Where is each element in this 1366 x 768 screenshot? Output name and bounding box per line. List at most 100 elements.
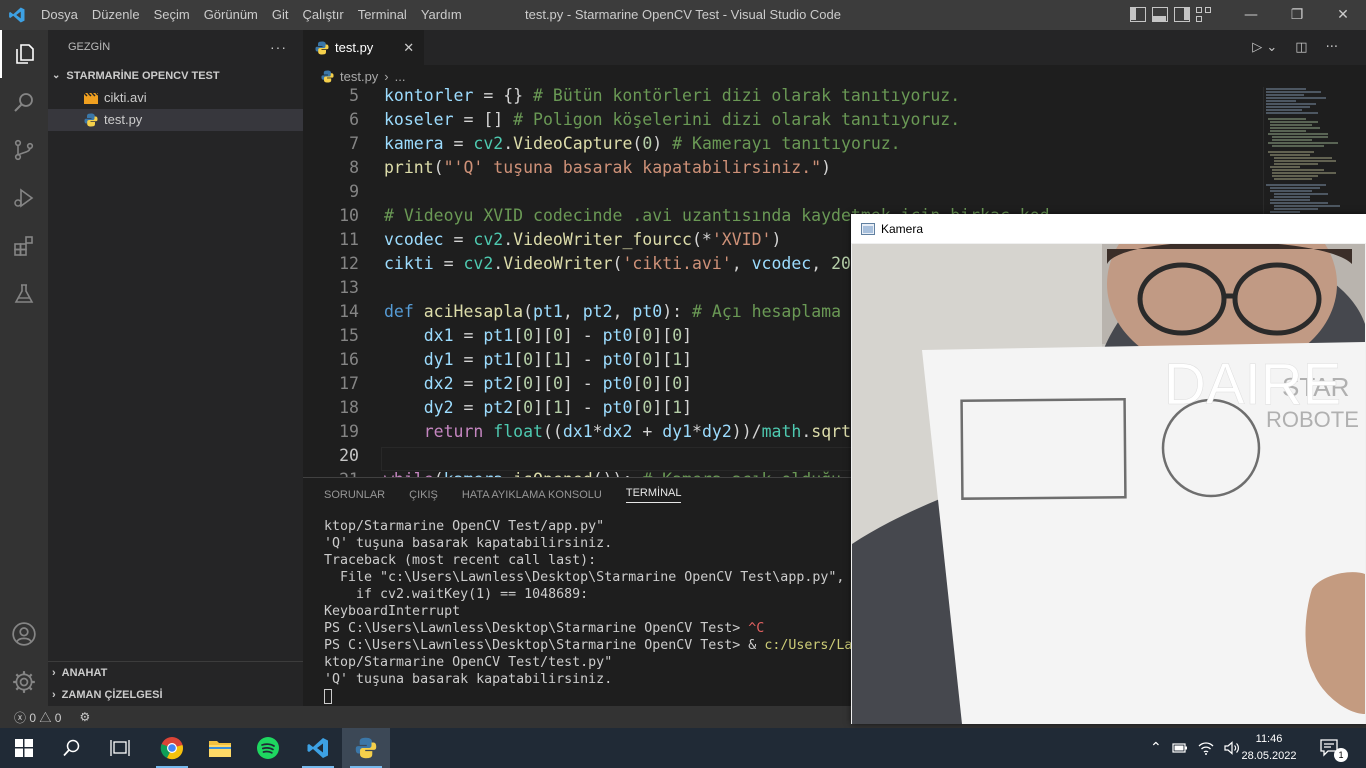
- wifi-icon[interactable]: [1198, 741, 1214, 755]
- testing-flask-icon[interactable]: [0, 270, 48, 318]
- folder-icon: [209, 741, 231, 757]
- tab-test-py[interactable]: test.py ✕: [303, 30, 424, 65]
- camera-window-title: Kamera: [881, 221, 924, 236]
- restore-button[interactable]: ❐: [1274, 0, 1320, 30]
- error-count: 0: [29, 710, 37, 725]
- more-actions-button[interactable]: ···: [270, 30, 287, 65]
- tab-debug-console[interactable]: HATA AYIKLAMA KONSOLU: [462, 489, 602, 501]
- minimize-button[interactable]: —: [1228, 0, 1274, 30]
- camera-window[interactable]: Kamera STAR ROBOTE DAIRE: [851, 214, 1366, 724]
- workspace-folder[interactable]: ⌄ STARMARİNE OPENCV TEST: [48, 65, 303, 87]
- detected-shape-label: DAIRE: [1164, 352, 1341, 417]
- timeline-label: ZAMAN ÇİZELGESİ: [61, 689, 163, 701]
- problems-status[interactable]: ⓧ 0 △ 0: [14, 709, 61, 726]
- chevron-right-icon: ›: [52, 667, 56, 679]
- code-line: cikti = cv2.VideoWriter('cikti.avi', vco…: [384, 254, 851, 273]
- tab-problems[interactable]: SORUNLAR: [324, 489, 385, 501]
- vscode-taskbar-button[interactable]: [294, 728, 342, 768]
- battery-icon[interactable]: [1172, 742, 1188, 754]
- chrome-icon: [160, 737, 183, 760]
- line-number: 21: [303, 468, 359, 477]
- terminal-output[interactable]: ktop/Starmarine OpenCV Test/app.py" 'Q' …: [324, 518, 932, 705]
- python-file-icon: [84, 113, 98, 127]
- more-editor-actions-icon[interactable]: ···: [1326, 40, 1338, 55]
- settings-gear-icon[interactable]: [0, 658, 48, 706]
- line-number: 8: [349, 158, 359, 177]
- system-tray: ⌃: [1150, 728, 1240, 768]
- window-controls: — ❐ ✕: [1228, 0, 1366, 30]
- line-number: 5: [349, 87, 359, 105]
- close-window-button[interactable]: ✕: [1320, 0, 1366, 30]
- menu-dosya[interactable]: Dosya: [34, 0, 85, 30]
- spotify-taskbar-button[interactable]: [244, 728, 292, 768]
- accounts-icon[interactable]: [0, 610, 48, 658]
- breadcrumb-file[interactable]: test.py: [340, 69, 378, 84]
- outline-section[interactable]: › ANAHAT: [48, 662, 303, 684]
- file-item-test-py[interactable]: test.py: [48, 109, 303, 131]
- file-item-cikti-avi[interactable]: cikti.avi: [48, 87, 303, 109]
- editor-tab-bar: test.py ✕ ▷ ⌄ ◫ ···: [303, 30, 1366, 65]
- toggle-sidebar-icon[interactable]: [1130, 7, 1146, 22]
- split-editor-icon[interactable]: ◫: [1295, 40, 1307, 55]
- spotify-icon: [257, 737, 279, 759]
- code-line: dx2 = pt2[0][0] - pt0[0][0]: [423, 374, 693, 393]
- camera-window-titlebar[interactable]: Kamera: [851, 214, 1366, 243]
- sidebar-bottom-sections: › ANAHAT › ZAMAN ÇİZELGESİ: [48, 661, 303, 706]
- toggle-secondary-sidebar-icon[interactable]: [1174, 7, 1190, 22]
- tab-terminal[interactable]: TERMİNAL: [625, 487, 682, 503]
- video-file-icon: [84, 92, 98, 104]
- chevron-up-icon[interactable]: ⌃: [1150, 740, 1162, 756]
- menu-gorunum[interactable]: Görünüm: [197, 0, 265, 30]
- file-explorer-taskbar-button[interactable]: [196, 728, 244, 768]
- code-line: def aciHesapla(pt1, pt2, pt0): # Açı hes…: [384, 302, 842, 321]
- code-line: dy2 = pt2[0][1] - pt0[0][1]: [423, 398, 693, 417]
- search-button[interactable]: [48, 728, 96, 768]
- file-label: test.py: [104, 112, 143, 127]
- menu-calistir[interactable]: Çalıştır: [296, 0, 351, 30]
- start-button[interactable]: [0, 728, 48, 768]
- toggle-panel-icon[interactable]: [1152, 7, 1168, 22]
- terminal-line: if cv2.waitKey(1) == 1048689:: [324, 587, 589, 602]
- task-view-icon: [110, 740, 130, 756]
- run-debug-icon[interactable]: [0, 174, 48, 222]
- sidebar-title: GEZGİN ···: [48, 30, 303, 65]
- customize-layout-icon[interactable]: [1196, 7, 1212, 22]
- debug-status-icon[interactable]: ⚙: [79, 710, 90, 724]
- code-line: return float((dx1*dx2 + dy1*dy2))/math.s…: [423, 422, 852, 441]
- terminal-command: ^C: [748, 621, 765, 636]
- terminal-prompt: PS C:\Users\Lawnless\Desktop\Starmarine …: [324, 621, 749, 636]
- taskbar-clock[interactable]: 11:46 28.05.2022: [1238, 731, 1300, 765]
- extensions-icon[interactable]: [0, 222, 48, 270]
- explorer-icon[interactable]: [0, 30, 48, 78]
- chrome-taskbar-button[interactable]: [148, 728, 196, 768]
- terminal-input-line[interactable]: [324, 688, 932, 705]
- windows-taskbar: ⌃ 11:46 28.05.2022 1: [0, 728, 1366, 768]
- menu-duzenle[interactable]: Düzenle: [85, 0, 147, 30]
- code-line: kontorler = {} # Bütün kontörleri dizi o…: [384, 87, 961, 105]
- menu-secim[interactable]: Seçim: [147, 0, 197, 30]
- window-app-icon: [861, 222, 875, 235]
- task-view-button[interactable]: [96, 728, 144, 768]
- python-file-icon: [321, 69, 334, 83]
- source-control-icon[interactable]: [0, 126, 48, 174]
- search-icon[interactable]: [0, 78, 48, 126]
- outline-label: ANAHAT: [61, 667, 108, 679]
- line-number: 12: [339, 254, 359, 273]
- sidebar-title-label: GEZGİN: [68, 41, 111, 53]
- line-number: 11: [339, 230, 359, 249]
- menu-yardim[interactable]: Yardım: [414, 0, 469, 30]
- tab-output[interactable]: ÇIKIŞ: [409, 489, 438, 501]
- timeline-section[interactable]: › ZAMAN ÇİZELGESİ: [48, 684, 303, 706]
- code-line: dx1 = pt1[0][0] - pt0[0][0]: [423, 326, 693, 345]
- title-bar: Dosya Düzenle Seçim Görünüm Git Çalıştır…: [0, 0, 1366, 30]
- close-tab-icon[interactable]: ✕: [403, 40, 414, 56]
- code-line: koseler = [] # Poligon köşelerini dizi o…: [384, 110, 961, 129]
- python-taskbar-button[interactable]: [342, 728, 390, 768]
- menu-terminal[interactable]: Terminal: [351, 0, 414, 30]
- breadcrumb-symbol[interactable]: ...: [395, 69, 406, 84]
- menu-git[interactable]: Git: [265, 0, 296, 30]
- run-file-icon[interactable]: ▷ ⌄: [1252, 40, 1277, 55]
- action-center-button[interactable]: 1: [1310, 728, 1350, 768]
- line-number: 15: [339, 326, 359, 345]
- clock-date: 28.05.2022: [1241, 750, 1297, 762]
